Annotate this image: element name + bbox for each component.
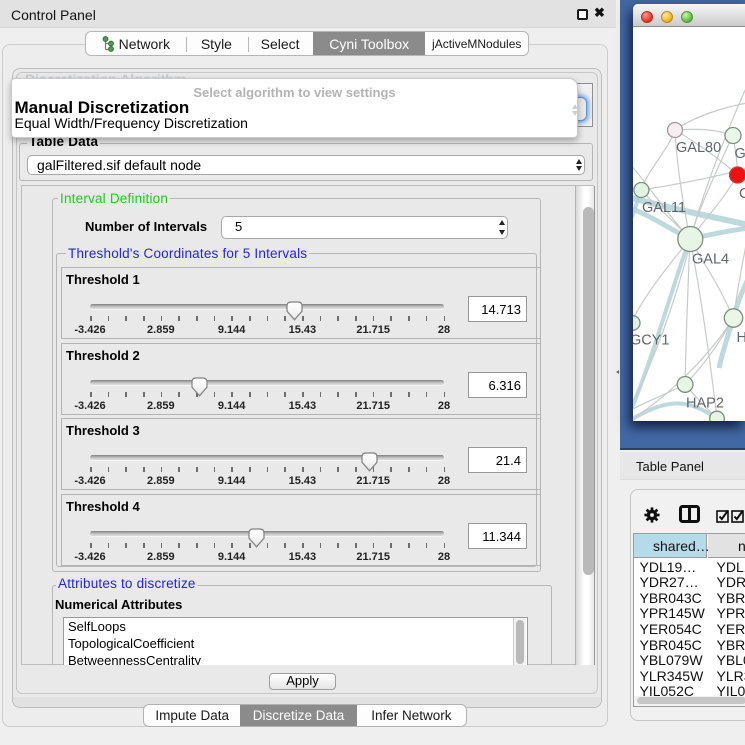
svg-text:GAL11: GAL11 <box>642 200 686 216</box>
svg-text:H: H <box>737 330 745 346</box>
svg-text:GCY1: GCY1 <box>633 333 670 349</box>
svg-text:HAP2: HAP2 <box>686 396 724 412</box>
svg-text:C: C <box>739 186 745 202</box>
svg-text:GAL80: GAL80 <box>676 140 721 156</box>
svg-text:GAL4: GAL4 <box>692 252 729 268</box>
svg-text:G..: G.. <box>735 146 745 162</box>
